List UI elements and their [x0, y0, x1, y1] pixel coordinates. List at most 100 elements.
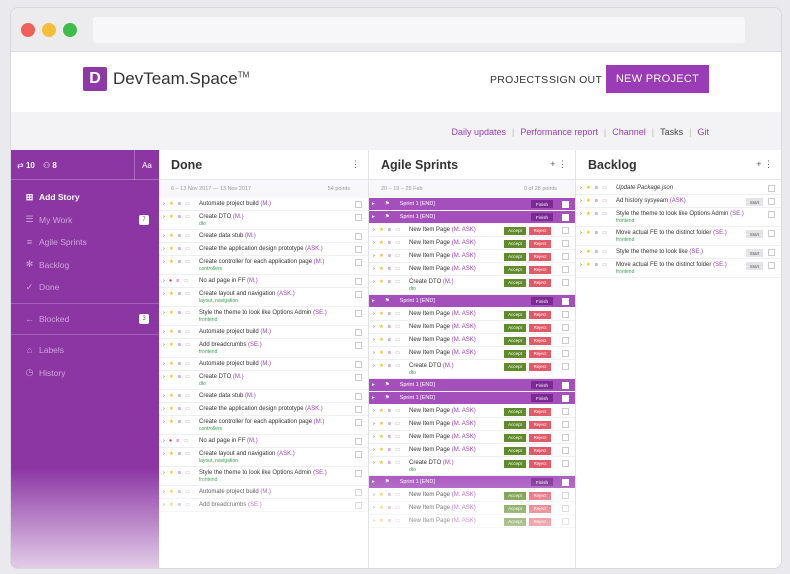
star-icon[interactable]: ★ [379, 363, 384, 369]
star-icon[interactable]: ★ [379, 324, 384, 330]
reject-button[interactable]: Reject [529, 323, 551, 332]
list-item[interactable]: › ★ ≡ ▭ Move actual FE to the distinct folde… [576, 259, 781, 278]
list-item[interactable]: › ★ ≡ ▭ New Item Page (M. ASK) Accept Reject [369, 489, 575, 502]
finish-button[interactable]: Finish [531, 213, 553, 221]
star-icon[interactable]: ★ [586, 262, 591, 268]
comment-icon[interactable]: ▭ [185, 291, 190, 297]
sprint-header[interactable]: ▸ ⚑ Sprint 1 [END] Finish [369, 476, 575, 488]
comment-icon[interactable]: ▭ [395, 240, 400, 246]
reject-button[interactable]: Reject [529, 252, 551, 261]
chevron-right-icon[interactable]: › [163, 259, 165, 265]
chevron-right-icon[interactable]: ▸ [372, 395, 375, 401]
list-item[interactable]: › ★ ≡ ▭ New Item Page (M. ASK) Accept Reject [369, 502, 575, 515]
list-item[interactable]: › ★ ≡ ▭ Ad history sysyeam (ASK) Start [576, 195, 781, 208]
sprint-checkbox[interactable] [562, 381, 569, 389]
task-checkbox[interactable] [562, 240, 569, 247]
star-icon[interactable]: ★ [169, 291, 174, 297]
star-icon[interactable]: ★ [169, 201, 174, 207]
list-item[interactable]: › ★ ≡ ▭ New Item Page (M. ASK) Accept Reject [369, 263, 575, 276]
list-item[interactable]: › ★ ≡ ▭ Create DTO (M.) dto [159, 371, 368, 390]
accept-button[interactable]: Accept [504, 420, 526, 429]
comment-icon[interactable]: ▭ [185, 233, 190, 239]
chevron-right-icon[interactable]: ▸ [372, 214, 375, 220]
list-item[interactable]: › ★ ≡ ▭ Create the application design protot… [159, 243, 368, 256]
task-tag[interactable]: controllers [199, 266, 352, 272]
task-checkbox[interactable] [355, 489, 362, 496]
task-checkbox[interactable] [768, 262, 775, 269]
link-git[interactable]: Git [697, 127, 709, 137]
link-performance-report[interactable]: Performance report [520, 127, 598, 137]
comment-icon[interactable]: ▭ [395, 266, 400, 272]
chevron-right-icon[interactable]: › [163, 201, 165, 207]
accept-button[interactable]: Accept [504, 504, 526, 513]
task-checkbox[interactable] [355, 419, 362, 426]
add-more-icon[interactable]: + ⋮ [550, 159, 567, 170]
comment-icon[interactable]: ▭ [395, 447, 400, 453]
comment-icon[interactable]: ▭ [395, 434, 400, 440]
star-icon[interactable]: ★ [586, 198, 591, 204]
accept-button[interactable]: Accept [504, 517, 526, 526]
list-item[interactable]: › ★ ≡ ▭ New Item Page (M. ASK) Accept Reject [369, 444, 575, 457]
task-tag[interactable]: frontend [616, 218, 765, 224]
sidebar-item-blocked[interactable]: ← Blocked 3 [11, 308, 159, 331]
list-item[interactable]: › ★ ≡ ▭ Create DTO (M.) dto Accept Reject [369, 360, 575, 379]
reject-button[interactable]: Reject [529, 362, 551, 371]
sidebar-item-labels[interactable]: ⌂ Labels [11, 339, 159, 362]
reject-button[interactable]: Reject [529, 226, 551, 235]
star-icon[interactable]: ★ [169, 214, 174, 220]
star-icon[interactable]: ★ [169, 374, 174, 380]
list-item[interactable]: › ★ ≡ ▭ New Item Page (M. ASK) Accept Reject [369, 321, 575, 334]
chevron-right-icon[interactable]: › [163, 374, 165, 380]
star-icon[interactable]: ★ [379, 408, 384, 414]
star-icon[interactable]: ★ [169, 233, 174, 239]
close-dot-icon[interactable] [21, 23, 35, 37]
comment-icon[interactable]: ▭ [602, 185, 607, 191]
list-item[interactable]: › ★ ≡ ▭ Create layout and navigation (ASK.) l… [159, 288, 368, 307]
star-icon[interactable]: ★ [379, 350, 384, 356]
comment-icon[interactable]: ▭ [185, 214, 190, 220]
task-tag[interactable]: dto [199, 221, 352, 227]
sidebar-item-done[interactable]: ✓ Done [11, 276, 159, 299]
comment-icon[interactable]: ▭ [395, 492, 400, 498]
list-item[interactable]: › ★ ≡ ▭ Style the theme to look like (SE.) St… [576, 246, 781, 259]
task-checkbox[interactable] [355, 246, 362, 253]
chevron-right-icon[interactable]: › [163, 502, 165, 508]
list-item[interactable]: › ★ ≡ ▭ Style the theme to look like Options… [159, 307, 368, 326]
task-checkbox[interactable] [768, 249, 775, 256]
font-size-toggle[interactable]: Aa [134, 150, 159, 180]
star-icon[interactable]: ★ [169, 342, 174, 348]
task-checkbox[interactable] [355, 291, 362, 298]
task-checkbox[interactable] [355, 342, 362, 349]
comment-icon[interactable]: ▭ [395, 279, 400, 285]
chevron-right-icon[interactable]: › [373, 408, 375, 414]
chevron-right-icon[interactable]: › [373, 421, 375, 427]
logo[interactable]: D DevTeam.SpaceTM [83, 67, 249, 91]
chevron-right-icon[interactable]: › [163, 342, 165, 348]
chevron-right-icon[interactable]: › [373, 324, 375, 330]
task-checkbox[interactable] [562, 460, 569, 467]
chevron-right-icon[interactable]: › [373, 492, 375, 498]
chevron-right-icon[interactable]: › [163, 419, 165, 425]
star-icon[interactable]: ★ [379, 337, 384, 343]
comment-icon[interactable]: ▭ [185, 361, 190, 367]
chevron-right-icon[interactable]: › [373, 447, 375, 453]
task-checkbox[interactable] [562, 311, 569, 318]
task-tag[interactable]: frontend [616, 269, 765, 275]
list-item[interactable]: › ★ ≡ ▭ New Item Page (M. ASK) Accept Reject [369, 308, 575, 321]
finish-button[interactable]: Finish [531, 200, 553, 208]
list-item[interactable]: › ★ ≡ ▭ Update Package.json [576, 182, 781, 195]
list-item[interactable]: › ★ ≡ ▭ Create data stub (M.) [159, 390, 368, 403]
comment-icon[interactable]: ▭ [395, 518, 400, 524]
reject-button[interactable]: Reject [529, 239, 551, 248]
comment-icon[interactable]: ▭ [185, 374, 190, 380]
star-icon[interactable]: ★ [169, 259, 174, 265]
task-tag[interactable]: layout, navigation [199, 458, 352, 464]
accept-button[interactable]: Accept [504, 446, 526, 455]
comment-icon[interactable]: ▭ [395, 505, 400, 511]
task-checkbox[interactable] [562, 253, 569, 260]
star-icon[interactable]: ★ [379, 434, 384, 440]
list-item[interactable]: › ★ ≡ ▭ New Item Page (M. ASK) Accept Reject [369, 334, 575, 347]
star-icon[interactable]: ★ [586, 249, 591, 255]
sprint-checkbox[interactable] [562, 200, 569, 208]
nav-sign-out[interactable]: SIGN OUT [549, 74, 602, 86]
